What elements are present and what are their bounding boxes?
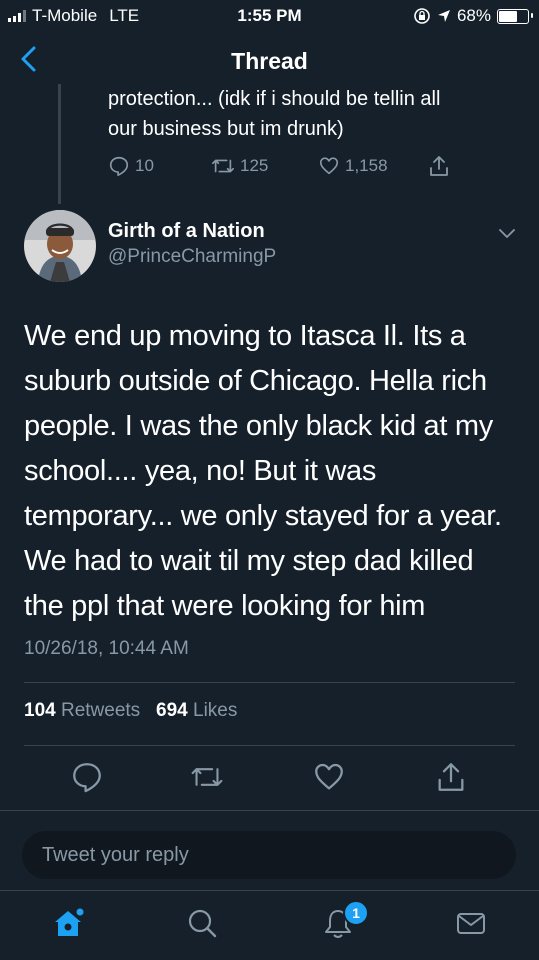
tweet-timestamp: 10/26/18, 10:44 AM	[24, 638, 189, 659]
share-button[interactable]	[428, 154, 450, 178]
thread-connector-line	[58, 84, 61, 204]
like-count: 1,158	[345, 156, 388, 175]
retweets-label: Retweets	[60, 700, 141, 721]
home-icon[interactable]	[50, 905, 86, 941]
retweet-icon	[212, 159, 234, 173]
previous-tweet-actions: 10 125 1,158	[108, 154, 450, 178]
share-icon	[430, 156, 448, 176]
battery-icon	[497, 8, 533, 24]
previous-tweet[interactable]: protection... (idk if i should be tellin…	[0, 84, 539, 204]
chevron-down-icon[interactable]	[497, 226, 517, 240]
retweet-count-button[interactable]: 125	[211, 155, 318, 177]
reply-icon	[109, 156, 129, 176]
like-total: 694	[156, 700, 188, 721]
retweets-stat[interactable]: 104 Retweets	[24, 700, 145, 721]
retweet-icon[interactable]	[190, 760, 224, 794]
tweet-text: We end up moving to Itasca Il. Its a sub…	[24, 314, 524, 629]
mail-icon[interactable]	[453, 905, 489, 941]
location-arrow-icon	[437, 10, 450, 22]
tweet-text-line: school.... yea, no! But it was	[24, 455, 377, 487]
retweet-total: 104	[24, 700, 56, 721]
retweet-count: 125	[240, 156, 269, 175]
previous-tweet-line: protection... (idk if i should be tellin…	[108, 88, 441, 110]
likes-label: Likes	[193, 700, 238, 721]
tab-bar: 1	[0, 890, 539, 960]
author-handle[interactable]: @PrinceCharmingP	[108, 246, 276, 268]
tweet-text-line: the ppl that were looking for him	[24, 590, 426, 622]
author-name[interactable]: Girth of a Nation	[108, 220, 265, 243]
tweet-author: Girth of a Nation @PrinceCharmingP	[0, 208, 539, 288]
previous-tweet-text: protection... (idk if i should be tellin…	[108, 84, 518, 144]
reply-bar	[0, 810, 539, 891]
tweet-actions	[0, 756, 539, 800]
rotation-lock-icon	[414, 8, 430, 24]
like-count-button[interactable]: 1,158	[318, 155, 428, 177]
reply-icon[interactable]	[70, 760, 104, 794]
avatar[interactable]	[24, 210, 96, 282]
navigation-bar: Thread	[0, 32, 539, 90]
avatar-photo	[24, 210, 96, 282]
tweet-text-line: temporary... we only stayed for a year.	[24, 500, 502, 532]
share-icon[interactable]	[434, 760, 468, 794]
page-title: Thread	[231, 48, 308, 74]
tweet-text-line: We end up moving to Itasca Il. Its a	[24, 320, 466, 352]
status-right: 68%	[413, 6, 533, 26]
tweet-stats: 104 Retweets 694 Likes	[24, 700, 237, 722]
heart-icon[interactable]	[312, 760, 346, 794]
battery-percent: 68%	[456, 6, 491, 25]
reply-count: 10	[135, 156, 154, 175]
divider	[24, 682, 515, 683]
notification-badge: 1	[343, 900, 369, 926]
tweet-text-line: We had to wait til my step dad killed	[24, 545, 474, 577]
search-icon[interactable]	[184, 905, 220, 941]
previous-tweet-line: our business but im drunk)	[108, 118, 344, 140]
twitter-thread-screen: T-Mobile LTE 1:55 PM 68% Thread protecti…	[0, 0, 539, 960]
likes-stat[interactable]: 694 Likes	[156, 700, 237, 721]
reply-count-button[interactable]: 10	[108, 155, 211, 177]
heart-icon	[319, 157, 339, 175]
status-bar: T-Mobile LTE 1:55 PM 68%	[0, 0, 539, 32]
divider	[24, 745, 515, 746]
tweet-text-line: people. I was the only black kid at my	[24, 410, 493, 442]
reply-input[interactable]	[22, 831, 516, 879]
tweet-text-line: suburb outside of Chicago. Hella rich	[24, 365, 487, 397]
